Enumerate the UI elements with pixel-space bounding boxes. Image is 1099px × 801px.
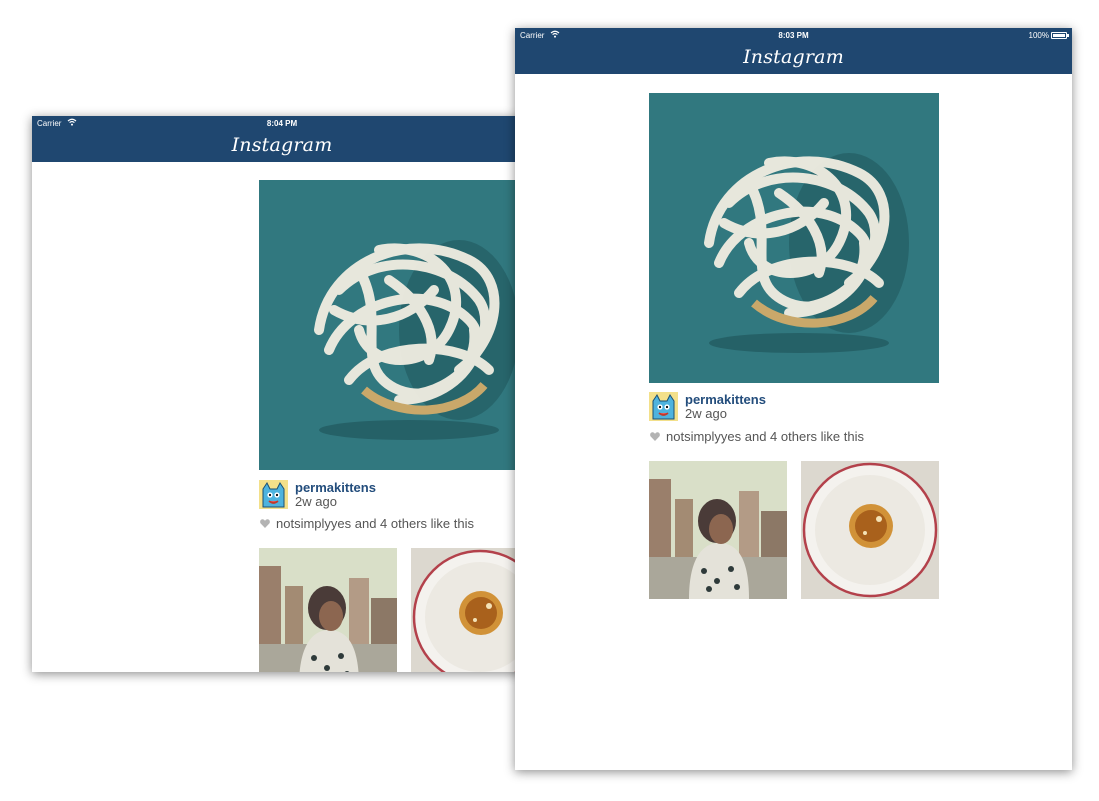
post-username[interactable]: permakittens [295, 480, 376, 495]
app-title: Instagram [743, 46, 844, 68]
post-main-photo[interactable] [649, 93, 939, 383]
ipad-screen-back: Carrier 8:04 PM Instagram permakittens 2… [32, 116, 532, 672]
app-title: Instagram [231, 134, 333, 156]
navigation-bar: Carrier 8:04 PM Instagram [32, 116, 532, 162]
avatar[interactable] [259, 480, 288, 509]
thumbnail-photo[interactable] [649, 461, 787, 599]
status-time: 8:03 PM [778, 31, 809, 40]
post-time-ago: 2w ago [685, 406, 727, 421]
battery-indicator: 100% [1028, 31, 1069, 40]
battery-percent: 100% [1028, 31, 1049, 40]
thumbnail-photo[interactable] [801, 461, 939, 599]
status-bar: Carrier 8:04 PM [32, 116, 532, 132]
likes-text: notsimplyyes and 4 others like this [276, 516, 474, 531]
post-username[interactable]: permakittens [685, 392, 766, 407]
status-bar: Carrier 8:03 PM 100% [515, 28, 1072, 44]
post-main-photo[interactable] [259, 180, 532, 470]
navigation-bar: Carrier 8:03 PM 100% Instagram [515, 28, 1072, 74]
heart-icon [650, 432, 660, 441]
thumbnail-photo[interactable] [259, 548, 397, 672]
battery-level-fill [1053, 34, 1065, 37]
thumbnail-photo[interactable] [411, 548, 532, 672]
battery-icon [1051, 32, 1069, 39]
heart-icon [260, 519, 270, 528]
likes-text: notsimplyyes and 4 others like this [666, 429, 864, 444]
post-time-ago: 2w ago [295, 494, 337, 509]
post-likes[interactable]: notsimplyyes and 4 others like this [260, 516, 474, 531]
post-likes[interactable]: notsimplyyes and 4 others like this [650, 429, 864, 444]
ipad-screen-front: Carrier 8:03 PM 100% Instagram permakitt… [515, 28, 1072, 770]
status-time: 8:04 PM [266, 119, 298, 128]
avatar[interactable] [649, 392, 678, 421]
